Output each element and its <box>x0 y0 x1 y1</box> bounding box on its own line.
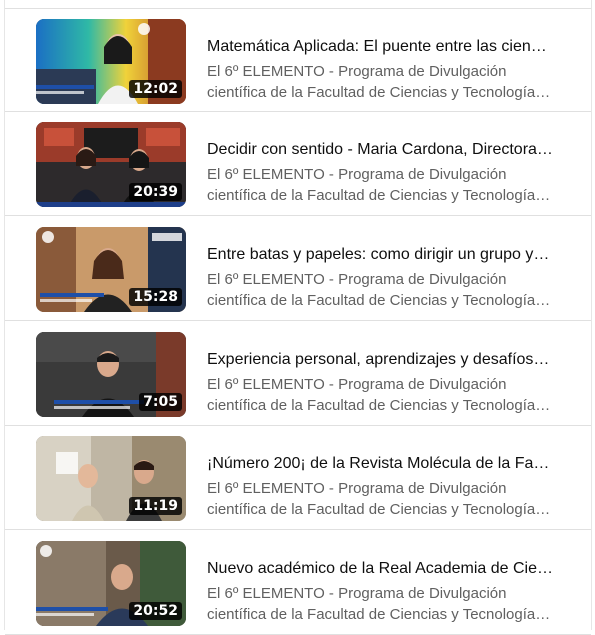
channel-name[interactable]: El 6º ELEMENTO - Programa de Divulgación <box>207 375 553 395</box>
channel-name[interactable]: El 6º ELEMENTO - Programa de Divulgación <box>207 165 553 185</box>
duration-badge: 12:02 <box>129 80 182 98</box>
channel-name[interactable]: El 6º ELEMENTO - Programa de Divulgación <box>207 62 553 82</box>
video-description: científica de la Facultad de Ciencias y … <box>207 187 553 204</box>
video-item[interactable]: 12:02 Matemática Aplicada: El puente ent… <box>5 8 591 112</box>
video-item[interactable]: 11:19 ¡Número 200¡ de la Revista Molécul… <box>5 426 591 530</box>
video-title[interactable]: Nuevo académico de la Real Academia de C… <box>207 559 553 579</box>
video-item[interactable]: 20:52 Nuevo académico de la Real Academi… <box>5 531 591 635</box>
duration-badge: 20:52 <box>129 602 182 620</box>
duration-badge: 11:19 <box>129 497 182 515</box>
video-title[interactable]: Entre batas y papeles: como dirigir un g… <box>207 245 553 265</box>
video-description: científica de la Facultad de Ciencias y … <box>207 84 553 101</box>
video-list: 12:02 Matemática Aplicada: El puente ent… <box>4 0 592 635</box>
video-item[interactable]: 15:28 Entre batas y papeles: como dirigi… <box>5 217 591 321</box>
video-item[interactable]: 20:39 Decidir con sentido - Maria Cardon… <box>5 112 591 216</box>
video-thumbnail[interactable]: 12:02 <box>36 19 186 104</box>
video-description: científica de la Facultad de Ciencias y … <box>207 501 553 518</box>
video-thumbnail[interactable]: 15:28 <box>36 227 186 312</box>
video-thumbnail[interactable]: 20:52 <box>36 541 186 626</box>
video-title[interactable]: Experiencia personal, aprendizajes y des… <box>207 350 553 370</box>
video-title[interactable]: ¡Número 200¡ de la Revista Molécula de l… <box>207 454 553 474</box>
video-title[interactable]: Matemática Aplicada: El puente entre las… <box>207 37 553 57</box>
video-description: científica de la Facultad de Ciencias y … <box>207 397 553 414</box>
video-description: científica de la Facultad de Ciencias y … <box>207 292 553 309</box>
video-thumbnail[interactable]: 20:39 <box>36 122 186 207</box>
duration-badge: 20:39 <box>129 183 182 201</box>
video-item[interactable]: 7:05 Experiencia personal, aprendizajes … <box>5 322 591 426</box>
duration-badge: 7:05 <box>139 393 182 411</box>
video-title[interactable]: Decidir con sentido - Maria Cardona, Dir… <box>207 140 553 160</box>
video-thumbnail[interactable]: 7:05 <box>36 332 186 417</box>
channel-name[interactable]: El 6º ELEMENTO - Programa de Divulgación <box>207 270 553 290</box>
video-description: científica de la Facultad de Ciencias y … <box>207 606 553 623</box>
video-thumbnail[interactable]: 11:19 <box>36 436 186 521</box>
duration-badge: 15:28 <box>129 288 182 306</box>
channel-name[interactable]: El 6º ELEMENTO - Programa de Divulgación <box>207 584 553 604</box>
channel-name[interactable]: El 6º ELEMENTO - Programa de Divulgación <box>207 479 553 499</box>
